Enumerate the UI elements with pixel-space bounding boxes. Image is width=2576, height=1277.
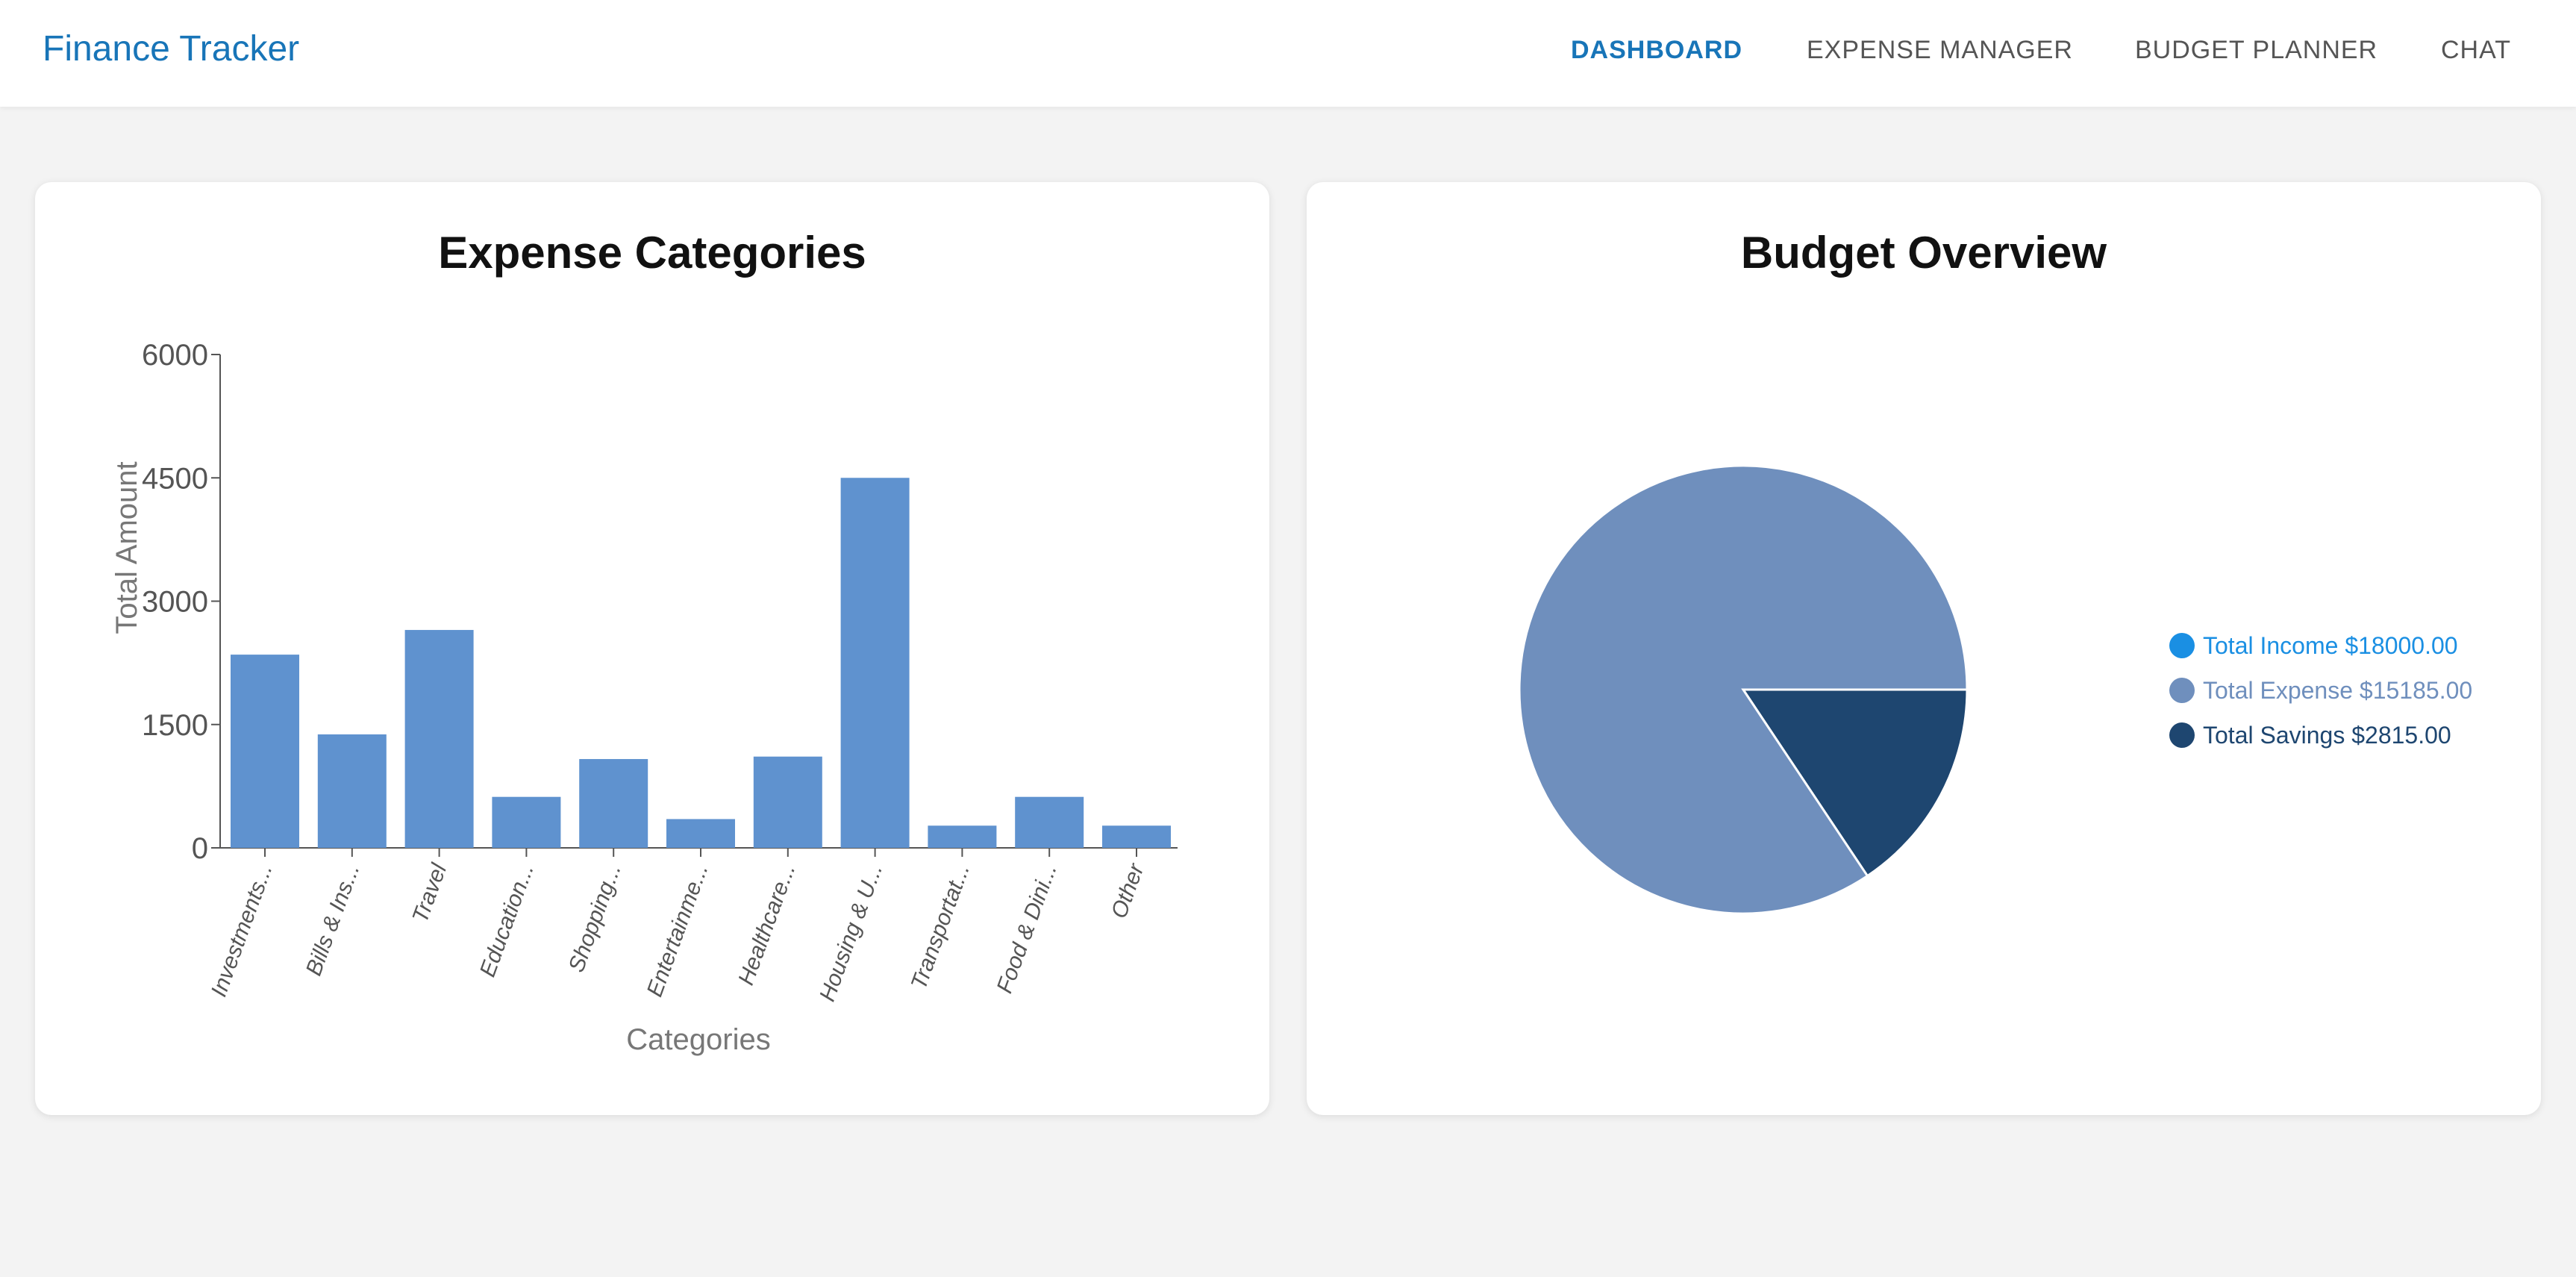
budget-pie-chart: Total Income $18000.00 Total Expense $151… xyxy=(1518,464,2472,915)
x-tick-label: Transportat... xyxy=(907,861,975,993)
x-tick-label: Investments... xyxy=(207,861,278,1000)
y-tick-label: 1500 xyxy=(142,709,208,742)
y-tick-label: 4500 xyxy=(142,462,208,495)
y-tick-label: 6000 xyxy=(142,339,208,372)
legend-swatch xyxy=(2169,633,2195,658)
bar xyxy=(840,478,910,848)
legend-label: Total Income $18000.00 xyxy=(2203,632,2458,659)
bar xyxy=(1015,796,1084,848)
nav-budget-planner[interactable]: BUDGET PLANNER xyxy=(2135,34,2378,66)
bar xyxy=(1102,825,1171,848)
x-tick-label: Healthcare... xyxy=(734,861,800,988)
expense-categories-card: Expense Categories 0 1500 3000 4500 6000 Inve… xyxy=(35,182,1269,1115)
bar xyxy=(666,819,735,848)
bar xyxy=(753,756,822,848)
x-tick-label: Shopping... xyxy=(564,861,626,975)
x-tick-label: Bills & Ins... xyxy=(301,861,365,979)
x-tick-label: Housing & U... xyxy=(815,861,887,1005)
legend-swatch xyxy=(2169,678,2195,703)
app-brand[interactable]: Finance Tracker xyxy=(43,27,299,72)
bar xyxy=(492,796,561,848)
y-axis-title: Total Amount xyxy=(110,461,143,634)
bar xyxy=(928,825,997,848)
x-tick-label: Travel xyxy=(407,860,451,926)
x-axis-title: Categories xyxy=(626,1023,770,1056)
legend-swatch xyxy=(2169,722,2195,748)
y-tick-label: 0 xyxy=(192,832,208,865)
x-tick-label: Other xyxy=(1107,860,1149,922)
legend-label: Total Savings $2815.00 xyxy=(2203,722,2451,749)
bar xyxy=(404,630,474,848)
x-tick-label: Education... xyxy=(475,861,539,980)
expense-bar-chart: 0 1500 3000 4500 6000 Investments... Bills & I… xyxy=(110,339,1178,1056)
top-app-bar: Finance Tracker DASHBOARD EXPENSE MANAGE… xyxy=(0,0,2576,107)
bar xyxy=(231,655,299,848)
x-tick-label: Food & Dini... xyxy=(992,861,1062,996)
x-tick-label: Entertainme... xyxy=(643,861,713,1000)
y-tick-label: 3000 xyxy=(142,586,208,619)
nav-chat[interactable]: CHAT xyxy=(2441,34,2511,66)
nav-dashboard[interactable]: DASHBOARD xyxy=(1571,34,1742,66)
legend-label: Total Expense $15185.00 xyxy=(2203,677,2472,704)
nav-expense-manager[interactable]: EXPENSE MANAGER xyxy=(1807,34,2073,66)
bar xyxy=(317,734,387,848)
budget-overview-card: Budget Overview Total Income $18000.00 To… xyxy=(1307,182,2541,1115)
bar xyxy=(579,759,648,848)
